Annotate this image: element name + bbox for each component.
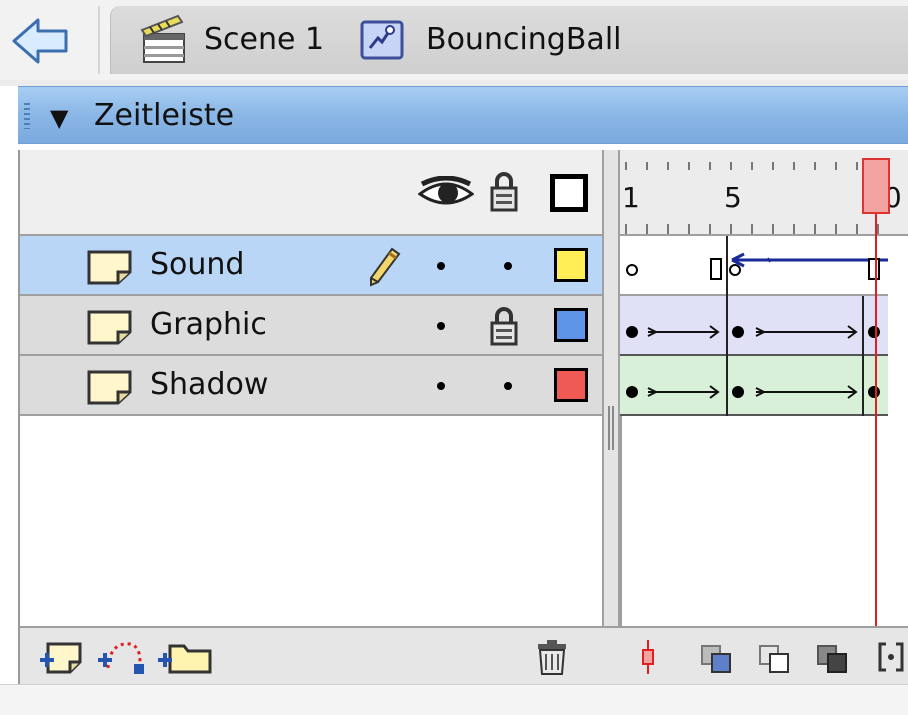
panel-grip-icon[interactable] xyxy=(24,103,30,129)
timeline-panel-header[interactable]: ▼ Zeitleiste xyxy=(18,86,908,144)
lock-icon[interactable] xyxy=(490,170,518,212)
sound-waveform xyxy=(731,252,888,268)
symbol-link[interactable]: BouncingBall xyxy=(426,22,621,58)
layer-icon xyxy=(87,370,132,405)
eye-icon[interactable] xyxy=(418,176,474,212)
outline-color-swatch[interactable] xyxy=(554,248,588,282)
layer-row-sound[interactable]: Sound xyxy=(20,236,602,296)
timeline-panel: Sound Graphic Shadow 1 5 xyxy=(18,150,908,626)
splitter-grip-icon[interactable] xyxy=(608,406,614,450)
layer-name[interactable]: Graphic xyxy=(150,306,267,344)
frame-row-graphic[interactable] xyxy=(620,296,888,356)
frame-row-sound[interactable] xyxy=(620,236,888,296)
tween-arrow xyxy=(755,325,858,339)
panel-title: Zeitleiste xyxy=(94,98,235,133)
outline-color-swatch[interactable] xyxy=(554,308,588,342)
insert-layer-icon[interactable] xyxy=(38,638,84,676)
layer-icon xyxy=(87,250,132,285)
onion-skin-icon[interactable] xyxy=(698,638,734,676)
visibility-dot[interactable] xyxy=(437,262,445,270)
center-frame-icon[interactable] xyxy=(638,638,658,676)
keyframe[interactable] xyxy=(626,386,638,398)
keyframe-divider xyxy=(862,356,864,416)
layer-row-shadow[interactable]: Shadow xyxy=(20,356,602,416)
status-strip xyxy=(0,684,908,715)
keyframe[interactable] xyxy=(732,326,744,338)
outline-color-swatch[interactable] xyxy=(554,368,588,402)
empty-keyframe[interactable] xyxy=(626,264,638,276)
scene-clapperboard-icon xyxy=(140,14,185,63)
ruler-label: 1 xyxy=(622,181,640,214)
visibility-dot[interactable] xyxy=(437,382,445,390)
keyframe-divider xyxy=(862,296,864,356)
keyframe[interactable] xyxy=(868,386,880,398)
delete-layer-trash-icon[interactable] xyxy=(534,638,570,676)
scene-bar-separator xyxy=(98,6,100,74)
layer-row-graphic[interactable]: Graphic xyxy=(20,296,602,356)
playhead-line xyxy=(875,214,877,626)
layer-name[interactable]: Shadow xyxy=(150,366,268,404)
lock-icon[interactable] xyxy=(490,306,518,346)
frame-row-shadow[interactable] xyxy=(620,356,888,416)
playhead[interactable] xyxy=(862,158,890,214)
keyframe[interactable] xyxy=(732,386,744,398)
outline-icon[interactable] xyxy=(550,174,588,212)
add-motion-guide-icon[interactable] xyxy=(96,638,146,676)
lock-dot[interactable] xyxy=(504,382,512,390)
scene-bar: Scene 1 BouncingBall xyxy=(0,0,908,80)
frame-end-marker[interactable] xyxy=(868,258,880,280)
collapse-arrow-icon[interactable]: ▼ xyxy=(50,105,68,131)
keyframe-divider xyxy=(726,356,728,416)
scene-link[interactable]: Scene 1 xyxy=(204,22,324,58)
keyframe[interactable] xyxy=(868,326,880,338)
frames-area[interactable]: 1 5 10 xyxy=(620,150,908,626)
tween-arrow xyxy=(755,385,858,399)
pencil-icon xyxy=(370,247,401,287)
lock-dot[interactable] xyxy=(504,262,512,270)
insert-folder-icon[interactable] xyxy=(156,638,214,676)
keyframe-divider xyxy=(726,296,728,356)
tween-arrow xyxy=(647,325,720,339)
keyframe[interactable] xyxy=(626,326,638,338)
movieclip-symbol-icon xyxy=(360,20,404,60)
timeline-toolbar xyxy=(18,626,908,684)
frames-left-border xyxy=(620,416,622,626)
tween-arrow xyxy=(647,385,720,399)
layer-header xyxy=(20,150,602,236)
edit-multiple-frames-icon[interactable] xyxy=(814,638,850,676)
layer-name[interactable]: Sound xyxy=(150,246,244,284)
back-arrow-icon[interactable] xyxy=(8,12,88,70)
modify-onion-markers-icon[interactable] xyxy=(876,638,906,676)
ruler-label: 5 xyxy=(724,181,742,214)
frame-end-marker[interactable] xyxy=(710,258,722,280)
onion-skin-outlines-icon[interactable] xyxy=(756,638,792,676)
layer-icon xyxy=(87,310,132,345)
layer-frames-splitter[interactable] xyxy=(602,150,620,626)
visibility-dot[interactable] xyxy=(437,322,445,330)
